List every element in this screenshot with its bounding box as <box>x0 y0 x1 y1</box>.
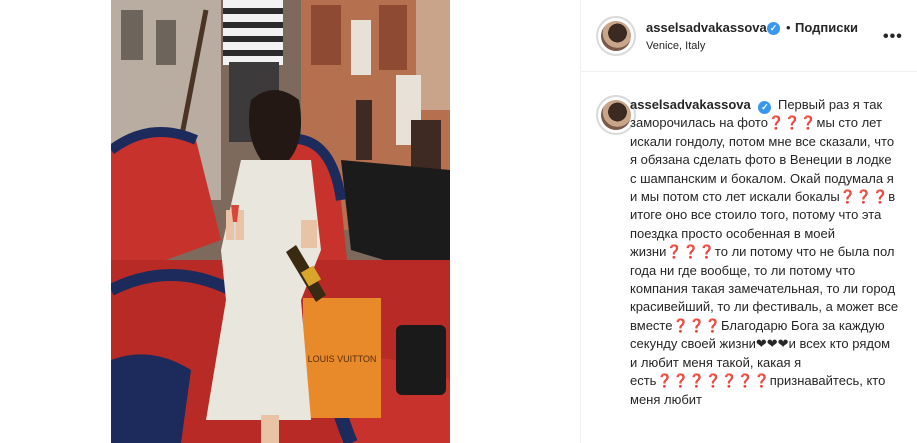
verified-badge-icon: ✓ <box>767 22 780 35</box>
header-separator: • <box>786 20 791 35</box>
instagram-post-window: LOUIS VUITTON asselsadvakassova ✓ • Подп… <box>0 0 917 443</box>
caption-text: Первый раз я так заморочилась на фото❓❓❓… <box>630 97 899 407</box>
more-options-icon[interactable]: ••• <box>883 28 903 46</box>
post-header: asselsadvakassova ✓ • Подписки Venice, I… <box>581 0 917 72</box>
verified-badge-icon: ✓ <box>758 101 772 114</box>
bag-logo-text: LOUIS VUITTON <box>308 354 377 364</box>
caption-username[interactable]: asselsadvakassova <box>630 97 751 112</box>
follow-button[interactable]: Подписки <box>795 20 858 35</box>
post-media-area: LOUIS VUITTON <box>0 0 580 443</box>
avatar[interactable] <box>596 16 636 56</box>
avatar-image <box>601 100 631 130</box>
post-sidebar: asselsadvakassova ✓ • Подписки Venice, I… <box>580 0 917 443</box>
post-location[interactable]: Venice, Italy <box>646 40 705 52</box>
avatar-image <box>601 21 631 51</box>
post-username[interactable]: asselsadvakassova <box>646 20 767 35</box>
post-photo[interactable]: LOUIS VUITTON <box>111 0 450 443</box>
post-caption: asselsadvakassova ✓ Первый раз я так зам… <box>630 96 900 409</box>
gondola-photo-illustration: LOUIS VUITTON <box>111 0 450 443</box>
